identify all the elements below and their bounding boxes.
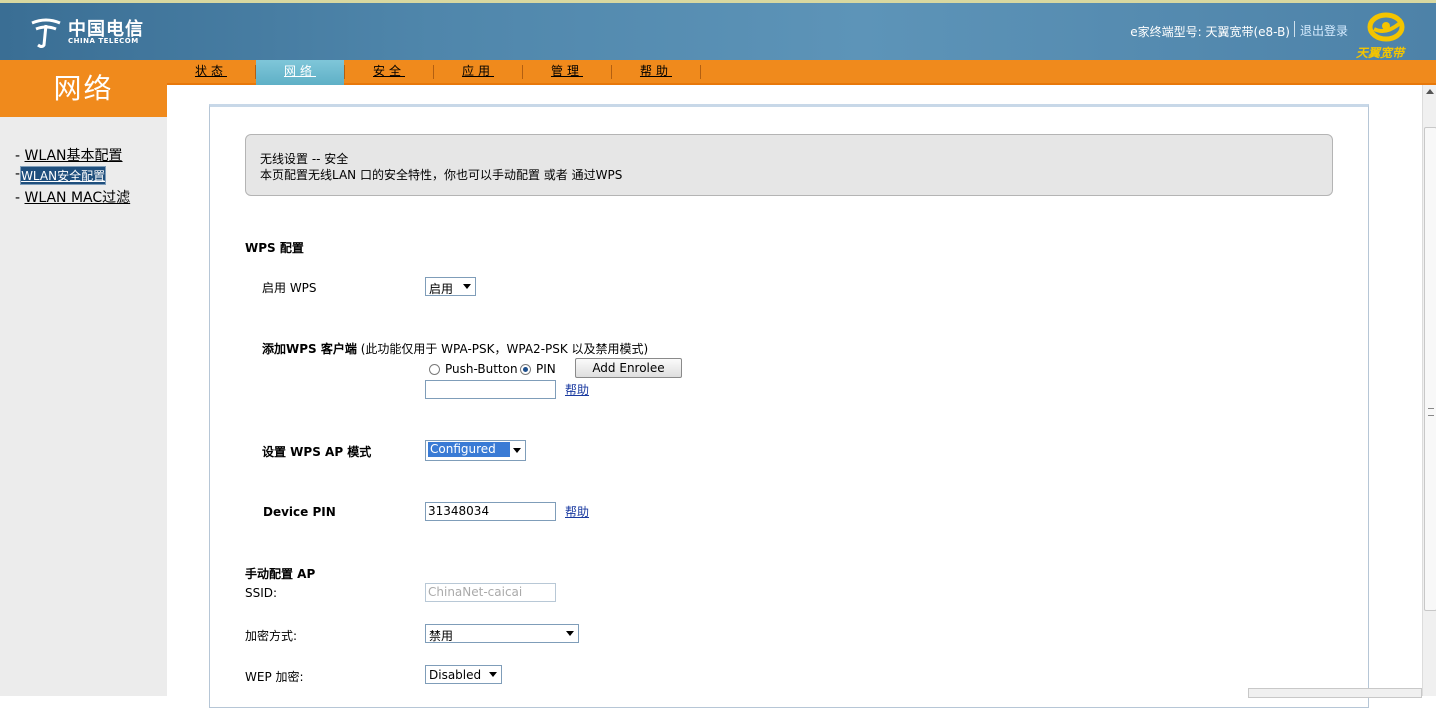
- header-separator: [1294, 21, 1295, 37]
- chevron-down-icon: [463, 284, 471, 289]
- encryption-select[interactable]: 禁用: [425, 624, 579, 643]
- device-pin-label: Device PIN: [263, 505, 336, 519]
- tab-network[interactable]: 网络: [256, 60, 344, 85]
- pin-help-link[interactable]: 帮助: [565, 381, 589, 398]
- chevron-down-icon: [513, 448, 521, 453]
- header-bar: 中国电信 CHINA TELECOM e家终端型号: 天翼宽带(e8-B) 退出…: [0, 3, 1436, 60]
- push-button-label: Push-Button: [445, 362, 518, 376]
- sidebar-link-wlan-mac[interactable]: WLAN MAC过滤: [25, 190, 131, 206]
- wep-encryption-select[interactable]: Disabled: [425, 665, 502, 684]
- pin-radio[interactable]: [520, 364, 531, 375]
- manual-ap-heading: 手动配置 AP: [245, 567, 316, 581]
- wep-encryption-label: WEP 加密:: [245, 670, 304, 684]
- wps-ap-mode-value: Configured: [428, 442, 510, 457]
- add-enrolee-button[interactable]: Add Enrolee: [575, 358, 682, 378]
- sidebar-link-wlan-basic[interactable]: WLAN基本配置: [25, 148, 123, 164]
- vertical-scrollbar[interactable]: [1422, 85, 1436, 696]
- wps-ap-mode-label: 设置 WPS AP 模式: [262, 443, 371, 460]
- logo-english-text: CHINA TELECOM: [68, 37, 139, 45]
- tianyi-brand-logo: 天翼宽带: [1356, 11, 1416, 60]
- scroll-up-arrow-icon[interactable]: [1426, 89, 1434, 94]
- scrollbar-thumb[interactable]: [1424, 127, 1436, 611]
- pin-input[interactable]: [425, 380, 556, 399]
- sidebar-item-wlan-basic: - WLAN基本配置: [15, 148, 123, 164]
- wep-encryption-value: Disabled: [429, 668, 482, 682]
- wps-heading: WPS 配置: [245, 241, 304, 255]
- enable-wps-label: 启用 WPS: [262, 281, 317, 295]
- info-panel: 无线设置 -- 安全 本页配置无线LAN 口的安全特性，你也可以手动配置 或者 …: [245, 134, 1333, 196]
- tab-help[interactable]: 帮助: [612, 60, 700, 85]
- main-nav: 状态 网络 安全 应用 管理 帮助: [167, 60, 1436, 85]
- section-title: 网络: [0, 60, 167, 117]
- ssid-label: SSID:: [245, 586, 278, 600]
- add-client-title: 添加WPS 客户端: [262, 342, 357, 356]
- device-pin-help-link[interactable]: 帮助: [565, 503, 589, 520]
- encryption-label: 加密方式:: [245, 629, 298, 643]
- sidebar-item-wlan-mac: - WLAN MAC过滤: [15, 190, 131, 206]
- sidebar: - WLAN基本配置 - WLAN安全配置 - WLAN MAC过滤: [0, 117, 167, 696]
- info-title: 无线设置 -- 安全: [260, 152, 349, 166]
- push-button-radio[interactable]: [429, 364, 440, 375]
- grip-icon: [1428, 408, 1434, 416]
- china-telecom-logo: 中国电信 CHINA TELECOM: [28, 15, 148, 49]
- wps-ap-mode-text: 设置 WPS AP 模式: [262, 445, 372, 459]
- device-pin-field[interactable]: 31348034: [425, 502, 556, 521]
- status-bar-fragment: [1248, 688, 1422, 698]
- sidebar-link-wlan-security[interactable]: WLAN安全配置: [20, 166, 107, 185]
- tab-status[interactable]: 状态: [167, 60, 255, 85]
- info-description: 本页配置无线LAN 口的安全特性，你也可以手动配置 或者 通过WPS: [260, 168, 623, 182]
- chevron-down-icon: [566, 631, 574, 636]
- tab-security[interactable]: 安全: [345, 60, 433, 85]
- tab-application[interactable]: 应用: [434, 60, 522, 85]
- telecom-emblem-icon: [31, 18, 61, 48]
- ssid-field[interactable]: ChinaNet-caicai: [425, 583, 556, 602]
- brand-text: 天翼宽带: [1356, 46, 1405, 60]
- add-wps-client-label: 添加WPS 客户端 (此功能仅用于 WPA-PSK，WPA2-PSK 以及禁用模…: [262, 340, 648, 357]
- logout-link[interactable]: 退出登录: [1300, 22, 1348, 39]
- encryption-value: 禁用: [429, 629, 454, 643]
- sidebar-item-wlan-security: - WLAN安全配置: [15, 166, 107, 185]
- device-model-text: e家终端型号: 天翼宽带(e8-B): [1130, 25, 1290, 39]
- enable-wps-value: 启用: [429, 282, 454, 296]
- pin-label: PIN: [536, 362, 556, 376]
- chevron-down-icon: [489, 672, 497, 677]
- add-client-note: (此功能仅用于 WPA-PSK，WPA2-PSK 以及禁用模式): [360, 342, 649, 356]
- enable-wps-select[interactable]: 启用: [425, 277, 476, 296]
- tab-management[interactable]: 管理: [523, 60, 611, 85]
- wps-ap-mode-select[interactable]: Configured: [425, 440, 526, 461]
